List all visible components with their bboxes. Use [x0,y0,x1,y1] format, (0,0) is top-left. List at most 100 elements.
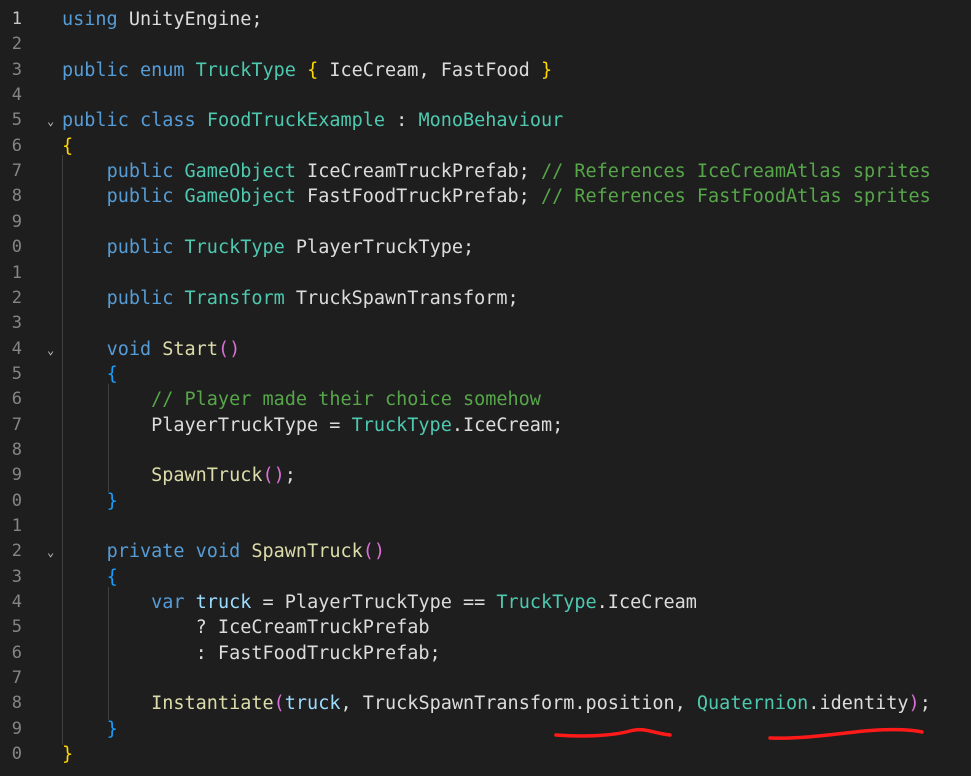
fold-chevron-icon[interactable]: ⌄ [47,540,54,565]
code-line[interactable]: 9 [0,210,971,235]
code-line[interactable]: 5 ? IceCreamTruckPrefab [0,615,971,640]
code-text[interactable]: public GameObject FastFoodTruckPrefab; /… [62,184,931,209]
code-text[interactable]: using UnityEngine; [62,7,263,32]
code-text[interactable]: var truck = PlayerTruckType == TruckType… [62,590,697,615]
code-text[interactable]: SpawnTruck(); [62,463,296,488]
code-text[interactable]: PlayerTruckType = TruckType.IceCream; [62,413,563,438]
code-text[interactable]: public enum TruckType { IceCream, FastFo… [62,58,552,83]
code-token: () [262,465,285,487]
code-line[interactable]: 6 // Player made their choice somehow [0,387,971,412]
line-number: 5 [11,110,22,131]
code-text[interactable]: { [62,134,73,159]
code-line[interactable]: 8 public GameObject FastFoodTruckPrefab;… [0,184,971,209]
code-line[interactable]: 5 ⌄ public class FoodTruckExample : MonoBe… [0,108,971,133]
code-line[interactable]: 7 [0,666,971,691]
code-line[interactable]: 3 public enum TruckType { IceCream, FastF… [0,58,971,83]
line-number: 2 [11,541,22,562]
code-text[interactable]: { [62,362,118,387]
code-line[interactable]: 2 public Transform TruckSpawnTransform; [0,286,971,311]
code-text[interactable]: : FastFoodTruckPrefab; [62,641,441,666]
code-token: () [362,541,386,563]
fold-chevron-icon[interactable]: ⌄ [47,338,54,363]
code-line[interactable]: 2 ⌄ private void SpawnTruck() [0,539,971,564]
indent-guide [108,587,109,720]
line-number: 7 [11,668,22,689]
code-line[interactable]: 9 SpawnTruck(); [0,463,971,488]
code-text[interactable]: } [62,717,118,742]
code-text[interactable]: void Start() [62,337,241,362]
code-token: // References IceCreamAtlas sprites [540,161,931,183]
code-token: } [106,718,118,740]
code-token: class [139,110,196,132]
code-line[interactable]: 1 [0,261,971,286]
code-line[interactable]: 7 public GameObject IceCreamTruckPrefab;… [0,159,971,184]
line-number: 6 [11,389,22,410]
code-text[interactable]: } [62,742,73,767]
code-token: public [106,287,174,309]
fold-chevron-icon[interactable]: ⌄ [47,109,54,134]
code-line[interactable]: 6{ [0,134,971,159]
code-line[interactable]: 7 PlayerTruckType = TruckType.IceCream; [0,413,971,438]
code-text[interactable]: private void SpawnTruck() [62,539,385,564]
code-line[interactable]: 0 } [0,489,971,514]
code-token: PlayerTruckType; [284,237,475,259]
line-number: 6 [11,135,22,156]
code-text[interactable]: public GameObject IceCreamTruckPrefab; /… [62,159,931,184]
code-line[interactable]: 1 using UnityEngine; [0,7,971,32]
code-line[interactable]: 0 public TruckType PlayerTruckType; [0,235,971,260]
code-text[interactable]: Instantiate(truck, TruckSpawnTransform.p… [62,691,931,716]
code-line[interactable]: 4 ⌄ void Start() [0,337,971,362]
code-line[interactable]: 3 [0,311,971,336]
code-text[interactable]: } [62,489,118,514]
code-line[interactable]: 6 : FastFoodTruckPrefab; [0,641,971,666]
line-number: 8 [11,439,22,460]
line-number: 2 [11,287,22,308]
line-number: 4 [11,338,22,359]
code-line[interactable]: 3 { [0,565,971,590]
code-line[interactable]: 1 [0,514,971,539]
code-text[interactable]: ? IceCreamTruckPrefab [62,615,430,640]
code-token: public [106,161,174,183]
line-number: 3 [11,59,22,80]
code-token: public [106,186,174,208]
code-line[interactable]: 5 { [0,362,971,387]
line-number: 9 [11,211,22,232]
code-token: var [151,592,185,614]
code-line[interactable]: 8 Instantiate(truck, TruckSpawnTransform… [0,691,971,716]
code-token: GameObject [184,186,296,208]
code-token: TruckSpawnTransform; [284,287,519,309]
code-text[interactable]: public TruckType PlayerTruckType; [62,235,475,260]
line-number: 3 [11,566,22,587]
code-token: IceCream, FastFood [318,59,541,81]
code-token: private [106,541,185,563]
code-text[interactable]: // Player made their choice somehow [62,387,541,412]
code-token: SpawnTruck [251,541,363,563]
code-line[interactable]: 0} [0,742,971,767]
code-text[interactable]: public class FoodTruckExample : MonoBeha… [62,108,563,133]
code-line[interactable]: 4 [0,83,971,108]
code-line[interactable]: 4 var truck = PlayerTruckType == TruckTy… [0,590,971,615]
code-token: { [62,135,74,157]
code-text[interactable]: public Transform TruckSpawnTransform; [62,286,519,311]
code-token: public [106,237,174,259]
line-number: 1 [11,9,22,29]
code-line[interactable]: 2 [0,32,971,57]
code-token: ) [908,693,920,715]
code-line[interactable]: 8 [0,438,971,463]
code-token: = PlayerTruckType == [251,592,497,614]
code-token: TruckType [496,592,597,614]
code-editor[interactable]: 1 using UnityEngine; 2 3 public enum TruckTy… [0,0,971,776]
code-text[interactable]: { [62,565,118,590]
code-token: public [62,59,129,81]
